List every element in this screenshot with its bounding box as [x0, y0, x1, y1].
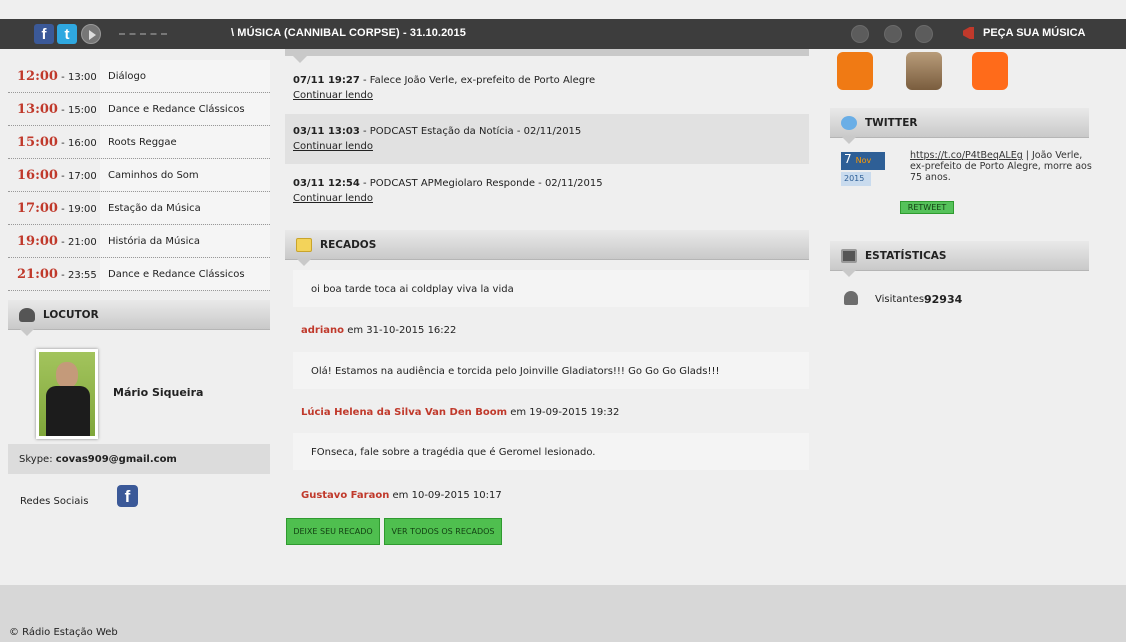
start-time: 15:00 — [17, 134, 58, 150]
soundcloud-icon[interactable] — [972, 52, 1008, 90]
program-name: Caminhos do Som — [100, 159, 270, 191]
program-name: Dance e Redance Clássicos — [100, 258, 270, 290]
message-author: Lúcia Helena da Silva Van Den Boom — [301, 407, 507, 418]
recados-header: RECADOS — [285, 230, 809, 266]
play-circle-icon[interactable] — [884, 25, 902, 43]
visitors-icon — [844, 291, 858, 305]
schedule-row: 19:00 - 21:00 História da Música — [8, 225, 270, 258]
start-time: 16:00 — [17, 167, 58, 183]
visitors-label: Visitantes: — [875, 294, 928, 305]
people-icon — [19, 307, 35, 322]
end-time: 15:00 — [67, 104, 97, 116]
message-author-line: Gustavo Faraon em 10-09-2015 10:17 — [301, 490, 502, 501]
megaphone-icon — [963, 27, 974, 39]
chat-icon[interactable] — [915, 25, 933, 43]
twitter-title: TWITTER — [865, 116, 918, 129]
facebook-icon[interactable]: f — [117, 485, 138, 507]
top-bar: f t \ MÚSICA (CANNIBAL CORPSE) - 31.10.2… — [0, 19, 1126, 49]
locutor-title: LOCUTOR — [43, 308, 99, 321]
instagram-icon[interactable] — [906, 52, 942, 90]
start-time: 17:00 — [17, 200, 58, 216]
program-name: Dance e Redance Clássicos — [100, 93, 270, 125]
message-author: adriano — [301, 325, 345, 336]
schedule-row: 15:00 - 16:00 Roots Reggae — [8, 126, 270, 159]
visitors-count: 92934 — [924, 293, 963, 306]
tweet-link[interactable]: https://t.co/P4tBeqALEg — [910, 150, 1023, 161]
program-name: Estação da Música — [100, 192, 270, 224]
schedule-row: 17:00 - 19:00 Estação da Música — [8, 192, 270, 225]
news-item: 07/11 19:27 - Falece João Verle, ex-pref… — [293, 75, 596, 101]
leave-message-button[interactable]: DEIXE SEU RECADO — [286, 518, 380, 545]
message-date: em 31-10-2015 16:22 — [347, 325, 457, 336]
program-name: Roots Reggae — [100, 126, 270, 158]
facebook-icon[interactable]: f — [34, 24, 54, 44]
message-text: oi boa tarde toca ai coldplay viva la vi… — [293, 270, 809, 307]
start-time: 21:00 — [17, 266, 58, 282]
message-author-line: Lúcia Helena da Silva Van Den Boom em 19… — [301, 407, 619, 418]
end-time: 23:55 — [67, 269, 97, 281]
end-time: 16:00 — [67, 137, 97, 149]
news-item: 03/11 12:54 - PODCAST APMegiolaro Respon… — [293, 178, 603, 204]
message-text: FOnseca, fale sobre a tragédia que é Ger… — [293, 433, 809, 470]
play-icon[interactable] — [81, 24, 101, 44]
twitter-header: TWITTER — [830, 108, 1089, 144]
news-datetime: 03/11 12:54 — [293, 178, 360, 189]
request-song-link[interactable]: PEÇA SUA MÚSICA — [983, 27, 1085, 39]
message-date: em 19-09-2015 19:32 — [510, 407, 620, 418]
end-time: 13:00 — [67, 71, 97, 83]
schedule-row: 21:00 - 23:55 Dance e Redance Clássicos — [8, 258, 270, 291]
now-playing-ticker: \ MÚSICA (CANNIBAL CORPSE) - 31.10.2015 — [231, 27, 466, 39]
end-time: 21:00 — [67, 236, 97, 248]
schedule-row: 13:00 - 15:00 Dance e Redance Clássicos — [8, 93, 270, 126]
tweet-text: https://t.co/P4tBeqALEg | João Verle, ex… — [910, 150, 1092, 183]
message-date: em 10-09-2015 10:17 — [392, 490, 502, 501]
message-author-line: adriano em 31-10-2015 16:22 — [301, 325, 456, 336]
read-more-link[interactable]: Continuar lendo — [293, 193, 373, 204]
program-name: História da Música — [100, 225, 270, 257]
stats-header: ESTATÍSTICAS — [830, 241, 1089, 277]
start-time: 19:00 — [17, 233, 58, 249]
locutor-header: LOCUTOR — [8, 300, 270, 336]
skype-info: Skype: covas909@gmail.com — [8, 444, 270, 474]
skype-label: Skype: — [19, 454, 53, 465]
news-item: 03/11 13:03 - PODCAST Estação da Notícia… — [285, 114, 809, 164]
read-more-link[interactable]: Continuar lendo — [293, 141, 373, 152]
recados-title: RECADOS — [320, 238, 377, 251]
settings-icon[interactable] — [851, 25, 869, 43]
volume-slider[interactable] — [119, 33, 167, 36]
note-icon — [296, 237, 312, 252]
start-time: 12:00 — [17, 68, 58, 84]
news-title: PODCAST Estação da Notícia - 02/11/2015 — [369, 126, 582, 137]
news-datetime: 03/11 13:03 — [293, 126, 360, 137]
stats-title: ESTATÍSTICAS — [865, 249, 947, 262]
blogger-icon[interactable] — [837, 52, 873, 90]
view-all-messages-button[interactable]: VER TODOS OS RECADOS — [384, 518, 502, 545]
news-title: PODCAST APMegiolaro Responde - 02/11/201… — [369, 178, 603, 189]
footer — [0, 585, 1126, 642]
twitter-bird-icon — [841, 115, 857, 130]
schedule-row: 12:00 - 13:00 Diálogo — [8, 60, 270, 93]
news-datetime: 07/11 19:27 — [293, 75, 360, 86]
twitter-icon[interactable]: t — [57, 24, 77, 44]
locutor-name: Mário Siqueira — [113, 386, 204, 399]
program-name: Diálogo — [100, 60, 270, 92]
end-time: 19:00 — [67, 203, 97, 215]
skype-value: covas909@gmail.com — [55, 454, 177, 465]
social-label: Redes Sociais — [20, 496, 89, 507]
end-time: 17:00 — [67, 170, 97, 182]
schedule-list: 12:00 - 13:00 Diálogo 13:00 - 15:00 Danc… — [8, 60, 270, 291]
news-header-bar — [285, 49, 809, 56]
read-more-link[interactable]: Continuar lendo — [293, 90, 373, 101]
locutor-photo — [36, 349, 98, 439]
retweet-button[interactable]: RETWEET — [900, 201, 954, 214]
copyright: © Rádio Estação Web — [9, 627, 118, 638]
tweet-date: 7 Nov — [841, 152, 885, 170]
message-author: Gustavo Faraon — [301, 490, 390, 501]
schedule-row: 16:00 - 17:00 Caminhos do Som — [8, 159, 270, 192]
news-title: Falece João Verle, ex-prefeito de Porto … — [369, 75, 596, 86]
tweet-year: 2015 — [841, 172, 871, 186]
monitor-icon — [841, 248, 857, 263]
message-text: Olá! Estamos na audiência e torcida pelo… — [293, 352, 809, 389]
start-time: 13:00 — [17, 101, 58, 117]
